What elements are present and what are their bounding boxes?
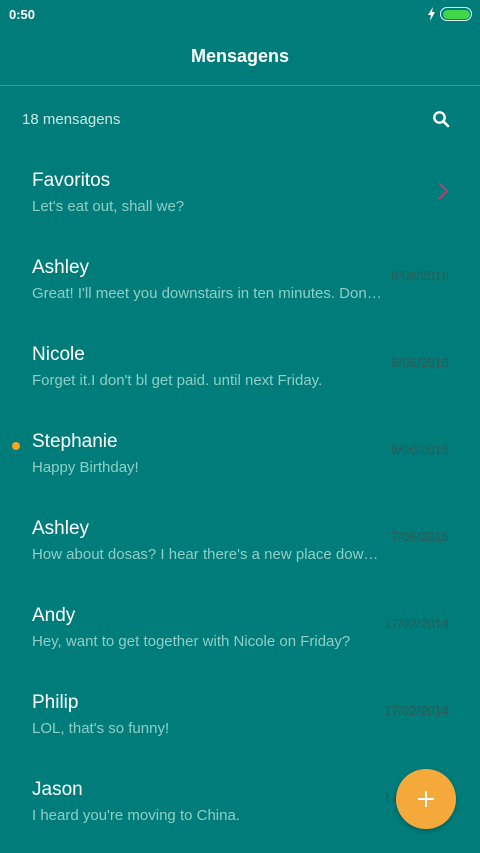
contact-name: Ashley — [32, 257, 90, 278]
message-list: Favoritos Let's eat out, shall we? Ashle… — [0, 152, 480, 848]
list-item[interactable]: Stephanie Happy Birthday! 8/06/2016 — [0, 413, 480, 500]
status-bar: 0:50 — [0, 0, 480, 28]
status-indicators — [427, 7, 472, 21]
message-preview: LOL, that's so funny! — [32, 720, 170, 737]
contact-name: Stephanie — [32, 431, 118, 452]
message-preview: Forget it.I don't bl get paid. until nex… — [32, 372, 323, 389]
new-message-button[interactable] — [396, 769, 456, 829]
contact-name: Jason — [32, 779, 83, 800]
unread-dot — [12, 442, 20, 450]
status-time: 0:50 — [9, 6, 36, 22]
list-item-favoritos[interactable]: Favoritos Let's eat out, shall we? — [0, 152, 480, 239]
messages-screen: 0:50 Mensagens 18 mensagens Favoritos Le… — [0, 0, 480, 853]
battery-level-fill — [442, 9, 470, 19]
chevron-right-icon — [438, 182, 449, 200]
message-count: 18 mensagens — [22, 110, 121, 128]
search-icon[interactable] — [432, 110, 450, 128]
list-item[interactable]: Ashley Great! I'll meet you downstairs i… — [0, 239, 480, 326]
charging-bolt-icon — [428, 7, 435, 21]
message-preview: How about dosas? I hear there's a new pl… — [32, 546, 384, 563]
message-preview: Hey, want to get together with Nicole on… — [32, 633, 351, 650]
page-title: Mensagens — [190, 46, 290, 66]
list-item[interactable]: Nicole Forget it.I don't bl get paid. un… — [0, 326, 480, 413]
plus-icon — [418, 791, 434, 807]
contact-name: Nicole — [32, 344, 85, 365]
message-date: 17/02/2014 — [383, 616, 449, 631]
battery-icon — [440, 7, 472, 21]
contact-name: Philip — [32, 692, 79, 713]
message-preview: Happy Birthday! — [32, 459, 139, 476]
contact-name: Ashley — [32, 518, 90, 539]
contact-name: Favoritos — [32, 170, 111, 191]
message-preview: I heard you're moving to China. — [32, 807, 240, 824]
message-date: 8/06/2016 — [391, 442, 449, 457]
message-date: 17/02/2014 — [383, 703, 449, 718]
list-item[interactable]: Ashley How about dosas? I hear there's a… — [0, 500, 480, 587]
list-item[interactable]: Philip LOL, that's so funny! 17/02/2014 — [0, 674, 480, 761]
message-date: 7/06/2016 — [391, 529, 449, 544]
message-date: 8/06/2016 — [391, 268, 449, 283]
title-bar: Mensagens — [0, 28, 480, 86]
contact-name: Andy — [32, 605, 76, 626]
message-date: 8/06/2016 — [391, 355, 449, 370]
list-item[interactable]: Andy Hey, want to get together with Nico… — [0, 587, 480, 674]
message-preview: Great! I'll meet you downstairs in ten m… — [32, 285, 384, 302]
list-header: 18 mensagens — [0, 100, 480, 138]
message-preview: Let's eat out, shall we? — [32, 198, 185, 215]
